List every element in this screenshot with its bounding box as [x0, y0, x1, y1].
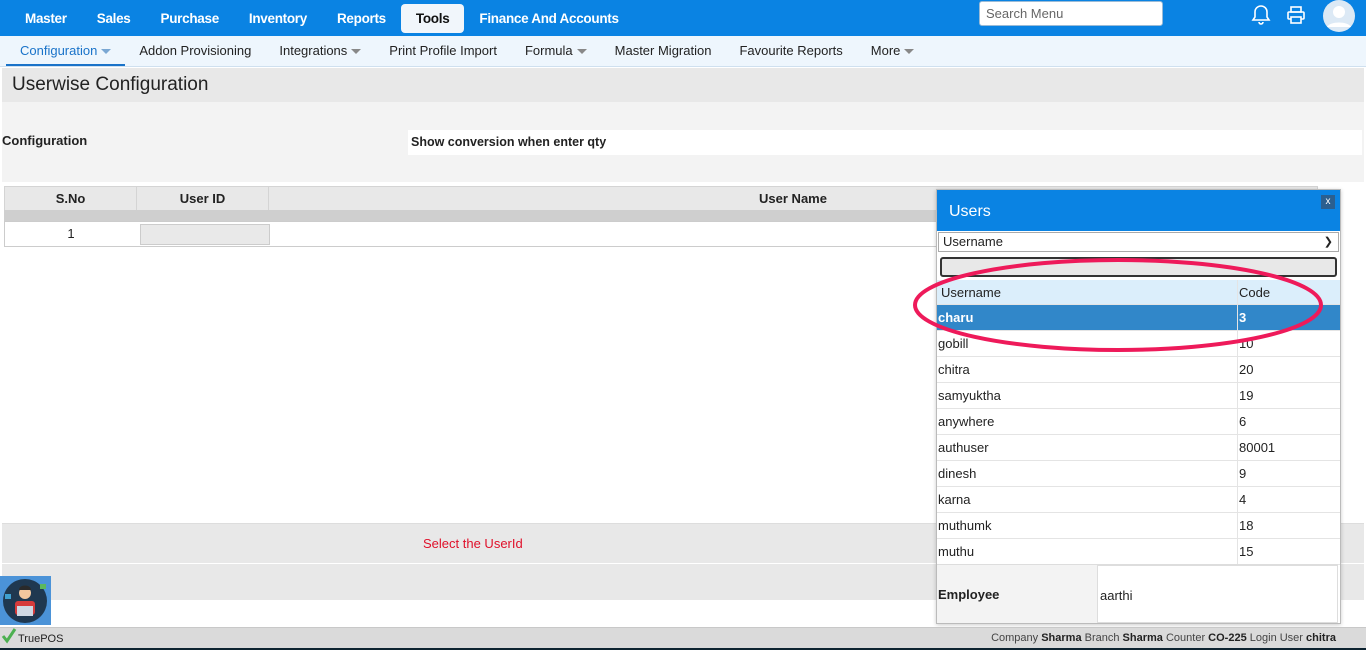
- chevron-down-icon: ❯: [1323, 236, 1333, 248]
- user-row[interactable]: gobill 10: [937, 331, 1340, 357]
- search-menu-input[interactable]: [979, 1, 1163, 26]
- close-button[interactable]: x: [1321, 195, 1335, 209]
- subnav-print-profile-import[interactable]: Print Profile Import: [375, 36, 511, 66]
- counter-value: CO-225: [1208, 632, 1247, 644]
- col-sno: S.No: [4, 186, 137, 211]
- user-row[interactable]: muthumk 18: [937, 513, 1340, 539]
- row-code: 6: [1239, 414, 1247, 429]
- employee-value: aarthi: [1097, 565, 1338, 623]
- validation-message: Select the UserId: [423, 536, 523, 551]
- row-username: anywhere: [937, 409, 1238, 434]
- row-code: 80001: [1239, 440, 1276, 455]
- brand-label: TruePOS: [18, 633, 64, 645]
- user-row[interactable]: dinesh 9: [937, 461, 1340, 487]
- nav-master[interactable]: Master: [10, 4, 82, 33]
- subnav-master-migration[interactable]: Master Migration: [601, 36, 726, 66]
- company-value: Sharma: [1041, 632, 1082, 644]
- subnav-configuration[interactable]: Configuration: [6, 36, 126, 66]
- caret-down-icon: [904, 49, 915, 55]
- top-nav: Master Sales Purchase Inventory Reports …: [0, 0, 634, 36]
- users-list: Username Code charu 3 gobill 10 chitra 20 samyu…: [937, 280, 1340, 565]
- list-header: Username Code: [937, 280, 1340, 305]
- bell-icon[interactable]: [1251, 4, 1271, 29]
- popup-header: Users x: [937, 190, 1340, 231]
- col-user-id: User ID: [136, 186, 269, 211]
- configuration-value[interactable]: Show conversion when enter qty: [408, 130, 1362, 155]
- sub-nav: Configuration Addon Provisioning Integra…: [0, 36, 1366, 67]
- row-username: charu: [937, 305, 1238, 330]
- col-code: Code: [1239, 285, 1271, 300]
- subnav-favourite-reports[interactable]: Favourite Reports: [725, 36, 856, 66]
- row-code: 3: [1239, 310, 1247, 325]
- row-code: 19: [1239, 388, 1254, 403]
- employee-row: Employee aarthi: [937, 564, 1338, 623]
- filter-select[interactable]: Username ❯: [938, 232, 1339, 252]
- nav-finance[interactable]: Finance And Accounts: [464, 4, 633, 33]
- subnav-addon-provisioning[interactable]: Addon Provisioning: [125, 36, 265, 66]
- support-avatar-icon[interactable]: [0, 576, 51, 625]
- row-username: muthu: [937, 539, 1238, 564]
- nav-tools[interactable]: Tools: [400, 3, 465, 33]
- subnav-integrations[interactable]: Integrations: [265, 36, 375, 66]
- user-avatar-icon[interactable]: [1322, 0, 1356, 35]
- user-row[interactable]: muthu 15: [937, 539, 1340, 565]
- user-row[interactable]: chitra 20: [937, 357, 1340, 383]
- employee-label: Employee: [937, 565, 1097, 623]
- configuration-section: Configuration Show conversion when enter…: [2, 102, 1364, 182]
- login-label: Login User: [1249, 632, 1303, 644]
- caret-down-icon: [101, 49, 112, 55]
- user-row[interactable]: karna 4: [937, 487, 1340, 513]
- subnav-more[interactable]: More: [857, 36, 929, 66]
- user-search-input[interactable]: [940, 257, 1337, 277]
- subnav-label: More: [870, 43, 901, 58]
- filter-select-value: Username: [943, 234, 1003, 249]
- users-popup: Users x Username ❯ Username Code charu 3 gob…: [936, 189, 1341, 624]
- row-code: 18: [1239, 518, 1254, 533]
- subnav-label: Formula: [524, 43, 573, 58]
- printer-icon[interactable]: [1286, 6, 1306, 27]
- popup-title: Users: [949, 203, 991, 220]
- row-username: chitra: [937, 357, 1238, 382]
- company-label: Company: [991, 632, 1039, 644]
- row-username: gobill: [937, 331, 1238, 356]
- user-row[interactable]: charu 3: [937, 305, 1340, 331]
- row-code: 15: [1239, 544, 1254, 559]
- row-username: samyuktha: [937, 383, 1238, 408]
- page-title: Userwise Configuration: [2, 68, 1364, 102]
- status-bar: TruePOS Company Sharma Branch Sharma Cou…: [0, 627, 1366, 648]
- row-code: 9: [1239, 466, 1247, 481]
- branch-label: Branch: [1084, 632, 1120, 644]
- nav-sales[interactable]: Sales: [82, 4, 146, 33]
- subnav-label: Configuration: [20, 43, 98, 58]
- row-username: karna: [937, 487, 1238, 512]
- nav-reports[interactable]: Reports: [322, 4, 401, 33]
- branch-value: Sharma: [1122, 632, 1163, 644]
- row-sno: 1: [67, 226, 75, 241]
- row-code: 20: [1239, 362, 1254, 377]
- row-username: muthumk: [937, 513, 1238, 538]
- counter-label: Counter: [1165, 632, 1206, 644]
- caret-down-icon: [351, 49, 362, 55]
- caret-down-icon: [576, 49, 587, 55]
- user-id-input[interactable]: [140, 224, 270, 245]
- check-icon: [1, 628, 17, 644]
- session-info: Company Sharma Branch Sharma Counter CO-…: [991, 632, 1336, 644]
- subnav-formula[interactable]: Formula: [511, 36, 601, 66]
- user-row[interactable]: samyuktha 19: [937, 383, 1340, 409]
- row-code: 4: [1239, 492, 1247, 507]
- top-bar: Master Sales Purchase Inventory Reports …: [0, 0, 1366, 36]
- row-username: dinesh: [937, 461, 1238, 486]
- nav-inventory[interactable]: Inventory: [234, 4, 322, 33]
- subnav-label: Integrations: [279, 43, 348, 58]
- row-username: authuser: [937, 435, 1238, 460]
- user-row[interactable]: anywhere 6: [937, 409, 1340, 435]
- col-username: Username: [937, 280, 1238, 304]
- user-row[interactable]: authuser 80001: [937, 435, 1340, 461]
- login-value: chitra: [1306, 632, 1336, 644]
- nav-purchase[interactable]: Purchase: [146, 4, 234, 33]
- configuration-label: Configuration: [2, 133, 88, 148]
- row-code: 10: [1239, 336, 1254, 351]
